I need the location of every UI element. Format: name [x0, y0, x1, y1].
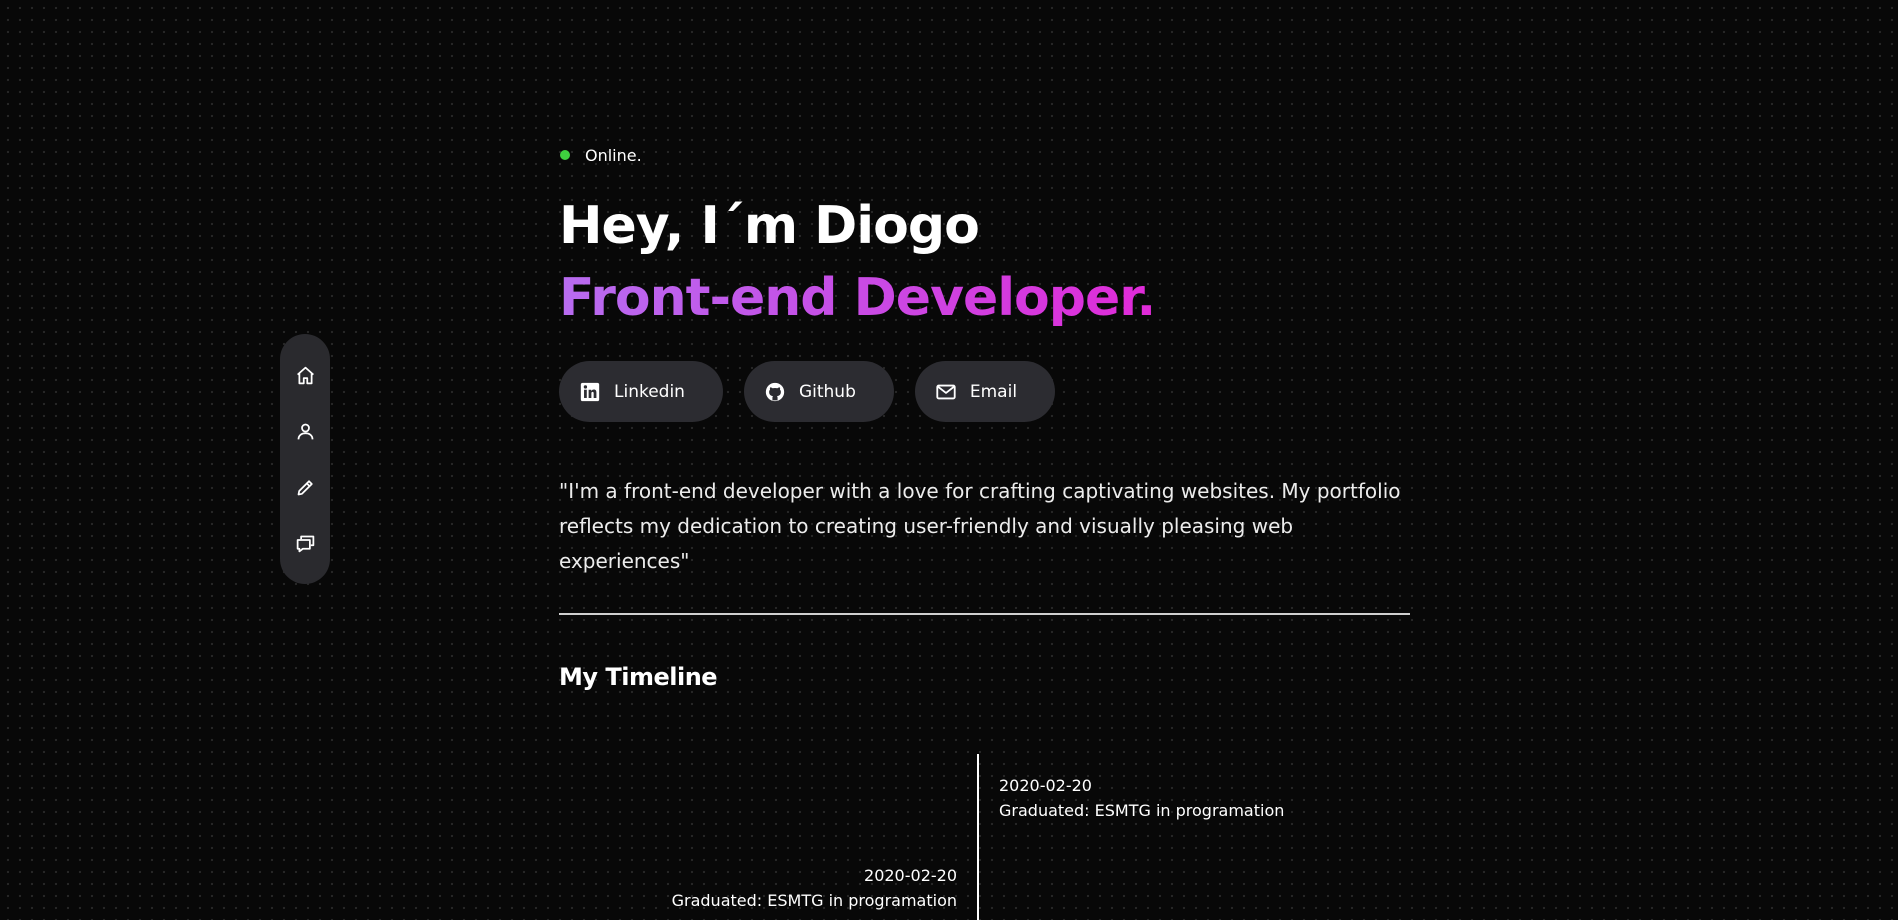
- main-content: Online. Hey, I´m Diogo Front-end Develop…: [559, 138, 1410, 715]
- chat-icon: [296, 535, 314, 552]
- timeline-date: 2020-02-20: [999, 776, 1092, 795]
- timeline-entry: 2020-02-20 Graduated: ESMTG in programat…: [999, 773, 1284, 823]
- nav-projects-button[interactable]: [290, 472, 320, 502]
- github-label: Github: [798, 381, 856, 402]
- linkedin-icon: [579, 381, 601, 403]
- timeline-date: 2020-02-20: [864, 866, 957, 885]
- timeline-line: [977, 754, 979, 920]
- linkedin-button[interactable]: Linkedin: [559, 361, 723, 422]
- nav-contact-button[interactable]: [290, 528, 320, 558]
- section-divider: [559, 613, 1410, 615]
- email-button[interactable]: Email: [914, 361, 1056, 422]
- social-links: Linkedin Github Email: [559, 361, 1410, 422]
- email-label: Email: [969, 381, 1018, 402]
- status-label: Online.: [585, 145, 642, 165]
- github-icon: [764, 381, 786, 403]
- status-dot: [560, 150, 570, 160]
- timeline-title: My Timeline: [559, 663, 718, 691]
- nav-about-button[interactable]: [290, 416, 320, 446]
- timeline-text: Graduated: ESMTG in programation: [671, 891, 957, 910]
- timeline-text: Graduated: ESMTG in programation: [999, 801, 1285, 820]
- hero-headline: Hey, I´m Diogo: [559, 196, 980, 256]
- portfolio-page: Online. Hey, I´m Diogo Front-end Develop…: [0, 0, 1898, 920]
- online-status: Online.: [559, 138, 1410, 172]
- hero-role: Front-end Developer.: [559, 262, 1156, 334]
- user-icon: [297, 423, 313, 439]
- intro-quote: "I'm a front-end developer with a love f…: [559, 479, 1401, 573]
- github-button[interactable]: Github: [743, 361, 894, 422]
- home-icon: [296, 366, 314, 384]
- linkedin-label: Linkedin: [614, 381, 685, 402]
- mail-icon: [935, 381, 957, 403]
- side-nav: [280, 334, 330, 584]
- pencil-icon: [297, 479, 313, 495]
- timeline-entry: 2020-02-20 Graduated: ESMTG in programat…: [672, 863, 957, 913]
- nav-home-button[interactable]: [290, 360, 320, 390]
